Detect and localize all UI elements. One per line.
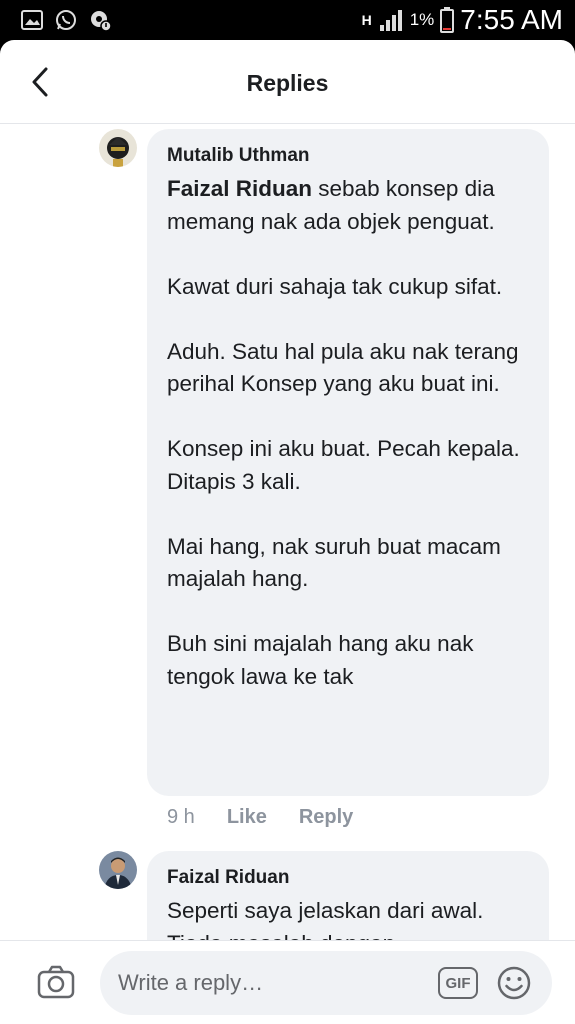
- comment-bubble: Mutalib Uthman Faizal Riduan sebab konse…: [147, 129, 549, 796]
- battery-percent: 1%: [409, 10, 435, 29]
- settings-alert-icon: [91, 11, 112, 32]
- comment-paragraph: Buh sini majalah hang aku nak tengok law…: [167, 631, 474, 689]
- status-bar: H 1% 7:55 AM: [0, 0, 575, 40]
- gallery-icon: [21, 10, 43, 30]
- reply-input-container: GIF: [100, 951, 552, 1015]
- avatar[interactable]: [99, 851, 137, 889]
- camera-button[interactable]: [36, 965, 76, 1001]
- comment-timestamp[interactable]: 9 h: [167, 806, 195, 829]
- reply-composer: GIF: [0, 940, 575, 1024]
- comment-paragraph: Aduh. Satu hal pula aku nak terang perih…: [167, 338, 519, 397]
- comment-paragraph: Kawat duri sahaja tak cukup sifat.: [167, 273, 503, 299]
- reply-button[interactable]: Reply: [299, 806, 353, 829]
- comment-paragraph: Tiada masalah dengan: [167, 928, 531, 941]
- comment-paragraph: Konsep ini aku buat. Pecah kepala. Ditap…: [167, 436, 520, 494]
- top-bar: Replies: [0, 40, 575, 124]
- comment-text: Seperti saya jelaskan dari awal. Tiada m…: [167, 895, 531, 940]
- clock: 7:55 AM: [460, 4, 563, 35]
- emoji-button[interactable]: [496, 965, 532, 1001]
- battery-icon: [440, 7, 455, 33]
- comment-actions: 9 h Like Reply: [167, 806, 353, 829]
- comment-paragraph: Mai hang, nak suruh buat macam majalah h…: [167, 533, 501, 592]
- comment-bubble: Faizal Riduan Seperti saya jelaskan dari…: [147, 851, 549, 940]
- gif-button[interactable]: GIF: [438, 967, 478, 999]
- comment-author[interactable]: Mutalib Uthman: [167, 145, 531, 167]
- like-button[interactable]: Like: [227, 806, 267, 829]
- comment-text: Faizal Riduan sebab konsep dia memang na…: [167, 173, 531, 693]
- mention-link[interactable]: Faizal Riduan: [167, 176, 312, 201]
- signal-icon: [379, 10, 402, 31]
- system-status: H 1% 7:55 AM: [362, 4, 563, 36]
- emoji-icon: [497, 966, 531, 1000]
- profile-photo-icon: [99, 129, 137, 167]
- whatsapp-icon: [56, 10, 76, 30]
- comment-paragraph: Faizal Riduan sebab konsep dia memang na…: [167, 173, 531, 238]
- avatar[interactable]: [99, 129, 137, 167]
- profile-photo-icon: [99, 851, 137, 889]
- comment-author[interactable]: Faizal Riduan: [167, 867, 531, 889]
- comment-paragraph: Seperti saya jelaskan dari awal.: [167, 898, 484, 923]
- network-type: H: [361, 12, 372, 28]
- camera-icon: [37, 965, 75, 999]
- notification-icons: [20, 8, 112, 32]
- comment-thread[interactable]: Mutalib Uthman Faizal Riduan sebab konse…: [0, 125, 575, 940]
- replies-sheet: Replies Mutalib Uthman Faizal Riduan seb…: [0, 40, 575, 1024]
- page-title: Replies: [246, 70, 329, 96]
- reply-input[interactable]: [118, 951, 418, 1015]
